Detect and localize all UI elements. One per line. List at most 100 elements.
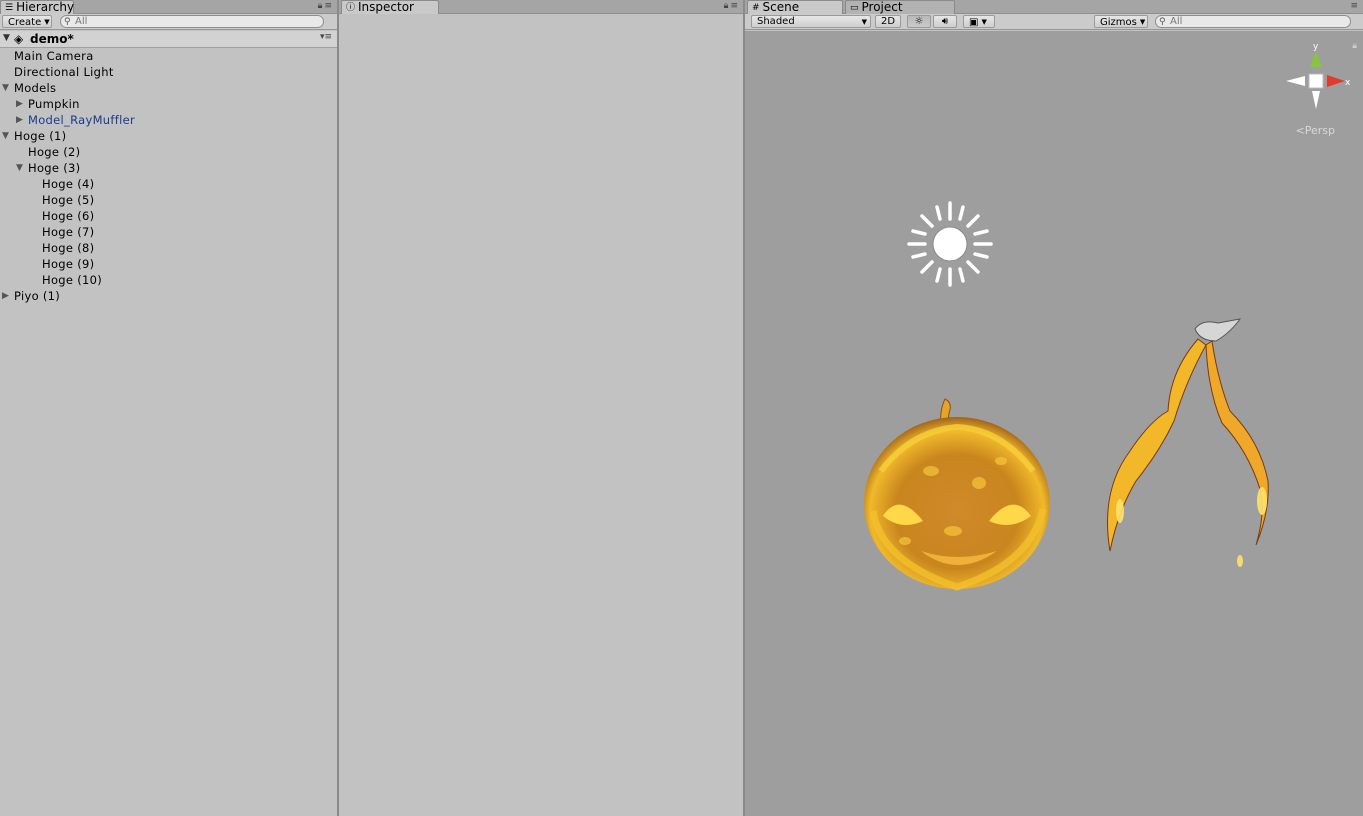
tree-item[interactable]: Main Camera (0, 48, 337, 64)
tree-item-label: Hoge (3) (28, 161, 81, 175)
expand-arrow-down-icon[interactable]: ▼ (16, 160, 23, 176)
info-icon: ⓘ (346, 3, 356, 13)
inspector-panel: ⓘ Inspector 🔒︎≡ (339, 0, 743, 816)
tree-item-label: Hoge (7) (42, 225, 95, 239)
shading-mode-label: Shaded (757, 16, 795, 27)
create-button[interactable]: Create ▼ (2, 15, 52, 28)
scene-tabbar: # Scene ▭ Project ≡ (745, 0, 1363, 14)
chevron-down-icon: ▼ (981, 18, 987, 26)
scene-toolbar: Shaded ▼ 2D ☼ 🔊︎ ▣ ▼ Gizmos ▼ ⚲ All (745, 14, 1363, 30)
expand-arrow-right-icon[interactable]: ▶ (16, 96, 23, 112)
raymuffler-model[interactable] (1090, 311, 1290, 579)
axis-neg-y-cone[interactable] (1312, 91, 1320, 109)
projection-toggle[interactable]: <Persp (1296, 124, 1335, 137)
tree-item[interactable]: Hoge (9) (0, 256, 337, 272)
tree-item[interactable]: Hoge (7) (0, 224, 337, 240)
grid-icon: # (752, 3, 760, 13)
directional-light-sun-icon[interactable] (905, 199, 995, 289)
tab-inspector[interactable]: ⓘ Inspector (341, 0, 439, 14)
tree-item[interactable]: Hoge (2) (0, 144, 337, 160)
tab-hierarchy[interactable]: ☰ Hierarchy (0, 0, 74, 14)
tree-item[interactable]: ▶ Piyo (1) (0, 288, 337, 304)
shading-mode-dropdown[interactable]: Shaded ▼ (751, 15, 871, 28)
tree-item-label: Model_RayMuffler (28, 113, 135, 127)
tab-project-label: Project (861, 0, 903, 14)
axis-y-cone[interactable] (1310, 51, 1322, 67)
pumpkin-model[interactable] (861, 391, 1053, 595)
axis-neg-x-cone[interactable] (1286, 76, 1305, 86)
tree-item-label: Hoge (6) (42, 209, 95, 223)
create-button-label: Create (8, 17, 42, 28)
hierarchy-search-placeholder: All (75, 16, 88, 27)
scene-header[interactable]: ▼ ◈ demo* ▾≡ (0, 31, 337, 48)
tree-item[interactable]: ▼ Hoge (3) (0, 160, 337, 176)
hierarchy-panel: ☰ Hierarchy 🔒︎≡ Create ▼ ⚲ All ▼ ◈ demo* ▾… (0, 0, 337, 816)
toggle-2d-label: 2D (881, 16, 896, 27)
tree-item-label: Pumpkin (28, 97, 80, 111)
tree-item-label: Models (14, 81, 57, 95)
scene-search-input[interactable]: ⚲ All (1155, 15, 1351, 28)
tree-item-label: Hoge (2) (28, 145, 81, 159)
tree-item[interactable]: ▶ Pumpkin (0, 96, 337, 112)
tree-item-label: Hoge (10) (42, 273, 103, 287)
tree-item-label: Hoge (9) (42, 257, 95, 271)
inspector-tabbar: ⓘ Inspector 🔒︎≡ (339, 0, 743, 14)
tree-item[interactable]: ▼ Models (0, 80, 337, 96)
tree-item[interactable]: Directional Light (0, 64, 337, 80)
tree-item[interactable]: Hoge (4) (0, 176, 337, 192)
hierarchy-search-input[interactable]: ⚲ All (60, 15, 324, 28)
tab-scene[interactable]: # Scene (747, 0, 843, 14)
tree-item[interactable]: ▶ Model_RayMuffler (0, 112, 337, 128)
scene-menu-icon[interactable]: ▾≡ (320, 32, 332, 42)
list-icon: ☰ (5, 3, 14, 13)
scene-panel: # Scene ▭ Project ≡ Shaded ▼ 2D ☼ 🔊︎ ▣ ▼ Giz… (745, 0, 1363, 816)
hierarchy-toolbar: Create ▼ ⚲ All (0, 14, 337, 30)
folder-icon: ▭ (850, 3, 859, 13)
tree-item[interactable]: Hoge (8) (0, 240, 337, 256)
tree-item[interactable]: Hoge (6) (0, 208, 337, 224)
audio-toggle-button[interactable]: 🔊︎ (933, 15, 957, 28)
expand-arrow-right-icon[interactable]: ▶ (16, 112, 23, 128)
tree-item-label: Hoge (4) (42, 177, 95, 191)
panel-lock-menu-icon[interactable]: 🔒︎≡ (724, 1, 740, 11)
tree-item[interactable]: Hoge (5) (0, 192, 337, 208)
expand-arrow-down-icon[interactable]: ▼ (2, 128, 9, 144)
tree-item[interactable]: Hoge (10) (0, 272, 337, 288)
tree-item-label: Hoge (5) (42, 193, 95, 207)
axis-x-cone[interactable] (1327, 75, 1345, 87)
tree-item[interactable]: ▼ Hoge (1) (0, 128, 337, 144)
orientation-gizmo[interactable]: y x (1283, 39, 1353, 113)
gizmo-x-label: x (1345, 78, 1351, 88)
tab-project[interactable]: ▭ Project (845, 0, 955, 14)
chevron-down-icon: ▼ (44, 18, 50, 26)
effects-dropdown[interactable]: ▣ ▼ (963, 15, 995, 28)
tab-hierarchy-label: Hierarchy (16, 0, 75, 14)
expand-arrow-right-icon[interactable]: ▶ (2, 288, 9, 304)
lighting-toggle-button[interactable]: ☼ (907, 15, 931, 28)
tree-item-label: Hoge (1) (14, 129, 67, 143)
tree-item-label: Main Camera (14, 49, 94, 63)
gizmo-center-cube[interactable] (1308, 73, 1324, 89)
scene-viewport[interactable]: 🔒︎ y x <Persp (745, 31, 1363, 816)
tab-scene-label: Scene (762, 0, 800, 14)
gizmos-dropdown[interactable]: Gizmos ▼ (1094, 15, 1148, 28)
tree-item-label: Hoge (8) (42, 241, 95, 255)
expand-arrow-down-icon[interactable]: ▼ (2, 80, 9, 96)
chevron-left-icon: < (1295, 124, 1305, 137)
gizmo-y-label: y (1313, 42, 1319, 52)
chevron-down-icon: ▼ (861, 18, 867, 26)
scene-search-placeholder: All (1170, 16, 1183, 27)
sun-icon: ☼ (914, 16, 924, 27)
panel-lock-menu-icon[interactable]: 🔒︎≡ (318, 1, 334, 11)
projection-label: Persp (1304, 124, 1335, 137)
unity-logo-icon: ◈ (14, 32, 24, 46)
expand-arrow-down-icon[interactable]: ▼ (3, 33, 10, 43)
scene-name: demo* (30, 32, 74, 46)
tree-item-label: Directional Light (14, 65, 114, 79)
speaker-icon: 🔊︎ (941, 16, 949, 27)
toggle-2d-button[interactable]: 2D (875, 15, 901, 28)
gizmos-label: Gizmos (1100, 17, 1137, 28)
hierarchy-tabbar: ☰ Hierarchy 🔒︎≡ (0, 0, 337, 14)
panel-menu-icon[interactable]: ≡ (1350, 1, 1360, 11)
tree-item-label: Piyo (1) (14, 289, 61, 303)
